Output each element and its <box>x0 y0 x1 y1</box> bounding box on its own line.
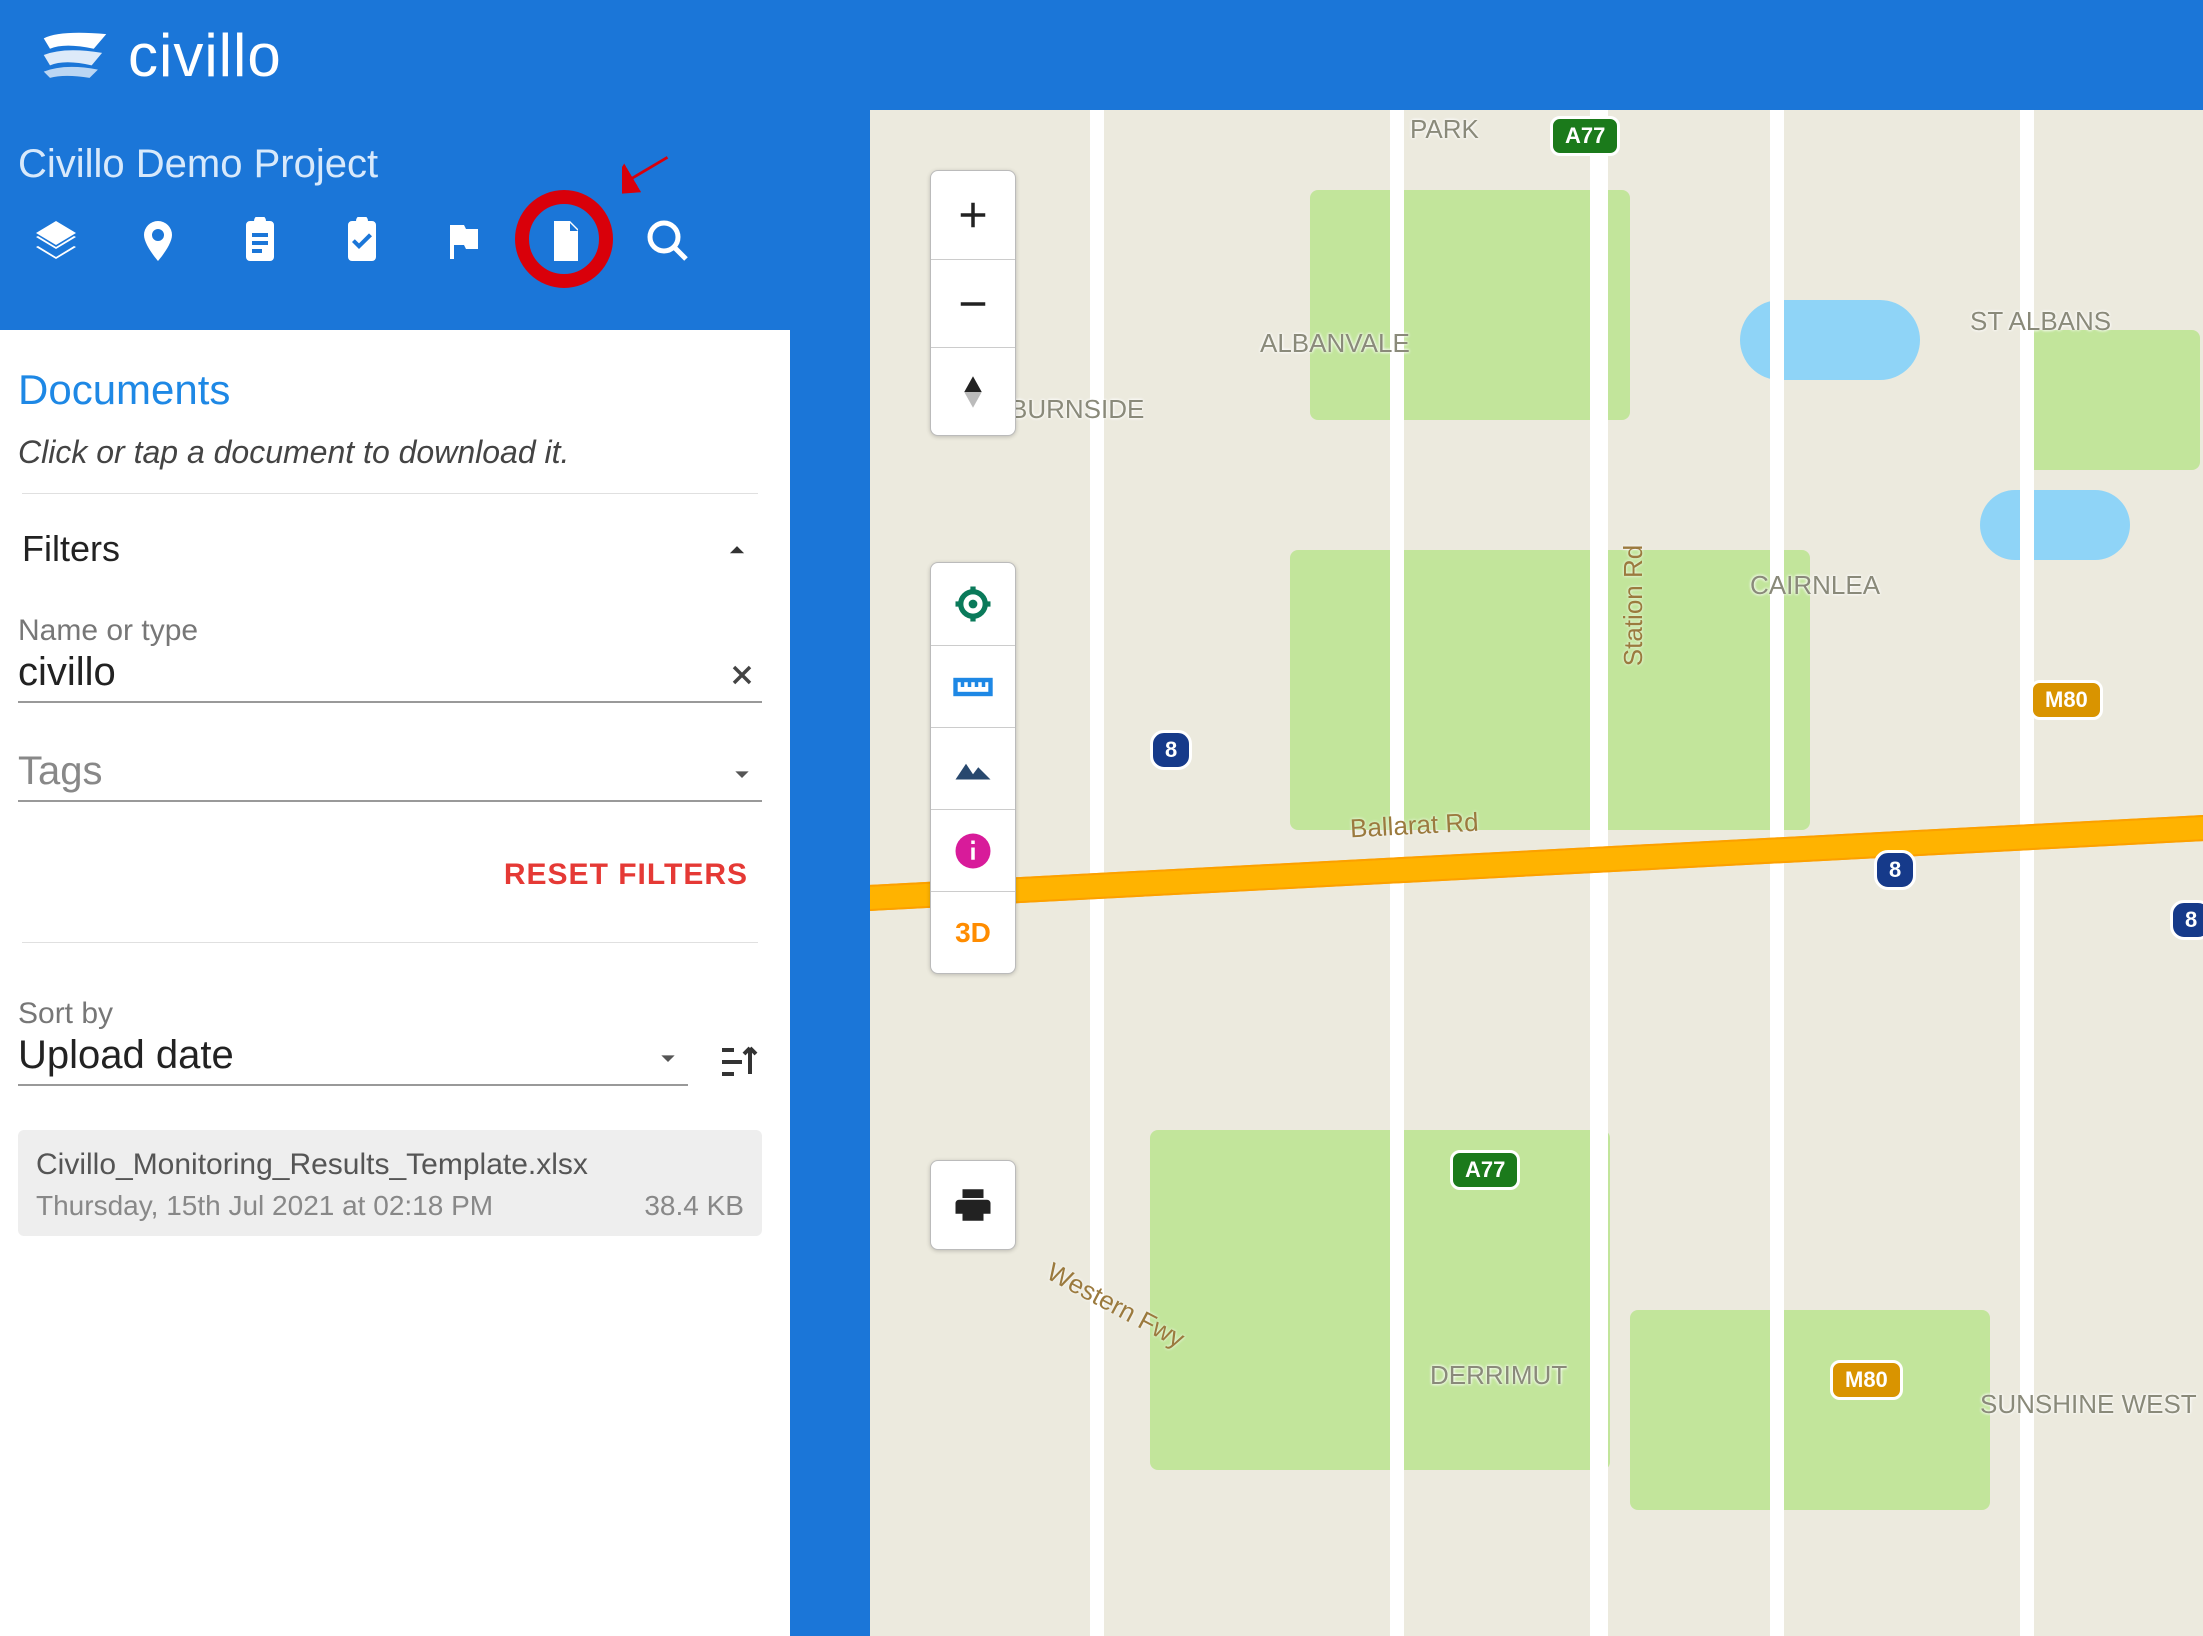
project-title: Civillo Demo Project <box>0 110 870 205</box>
name-filter-input[interactable]: civillo <box>18 650 762 703</box>
three-d-label: 3D <box>955 917 991 949</box>
road-label-station: Station Rd <box>1618 545 1649 666</box>
shield-m80-bot: M80 <box>1830 1360 1903 1400</box>
clear-name-button[interactable] <box>722 655 762 695</box>
document-name: Civillo_Monitoring_Results_Template.xlsx <box>36 1148 744 1182</box>
project-toolbar <box>0 205 870 291</box>
measure-button[interactable] <box>931 645 1015 727</box>
shield-m80-top: M80 <box>2030 680 2103 720</box>
logo-mark-icon <box>40 30 110 80</box>
name-filter-field: Name or type civillo <box>18 614 762 703</box>
terrain-button[interactable] <box>931 727 1015 809</box>
layers-icon <box>32 217 80 265</box>
flag-icon <box>440 217 488 265</box>
panel-subtitle: Click or tap a document to download it. <box>18 434 762 471</box>
compass-north-icon <box>952 371 994 413</box>
sort-dropdown-toggle[interactable] <box>648 1038 688 1078</box>
document-item[interactable]: Civillo_Monitoring_Results_Template.xlsx… <box>18 1130 762 1236</box>
name-filter-label: Name or type <box>18 614 762 648</box>
side-column: Civillo Demo Project <box>0 110 870 1636</box>
locate-me-button[interactable] <box>931 563 1015 645</box>
tags-dropdown-toggle[interactable] <box>722 754 762 794</box>
filters-heading: Filters <box>22 528 120 570</box>
map-zoom-controls <box>930 170 1016 436</box>
print-button[interactable] <box>931 1161 1015 1249</box>
3d-toggle-button[interactable]: 3D <box>931 891 1015 973</box>
document-icon <box>542 217 590 265</box>
panel-title: Documents <box>18 366 762 414</box>
info-icon <box>952 830 994 872</box>
ruler-icon <box>952 666 994 708</box>
map-viewport[interactable]: PARK ALBANVALE ST ALBANS BURNSIDE CAIRNL… <box>870 110 2203 1636</box>
sort-select[interactable]: Upload date <box>18 1033 688 1086</box>
terrain-icon <box>952 748 994 790</box>
printer-icon <box>952 1184 994 1226</box>
map-label-albanvale: ALBANVALE <box>1260 328 1410 359</box>
close-icon <box>726 659 758 691</box>
caret-down-icon <box>726 758 758 790</box>
search-icon <box>644 217 692 265</box>
map-label-burnside: BURNSIDE <box>1010 394 1144 425</box>
shield-a77-mid: A77 <box>1450 1150 1520 1190</box>
map-label-stalbans: ST ALBANS <box>1970 306 2111 337</box>
zoom-out-button[interactable] <box>931 259 1015 347</box>
road-label-ballarat: Ballarat Rd <box>1349 807 1479 845</box>
clipboard-list-icon <box>236 217 284 265</box>
map-label-sunshine: SUNSHINE WEST <box>1980 1390 2197 1419</box>
map-tool-controls: 3D <box>930 562 1016 974</box>
info-button[interactable] <box>931 809 1015 891</box>
tasks-button[interactable] <box>336 215 388 267</box>
documents-panel: Documents Click or tap a document to dow… <box>0 330 790 1636</box>
document-date: Thursday, 15th Jul 2021 at 02:18 PM <box>36 1190 493 1222</box>
locate-icon <box>952 583 994 625</box>
documents-button[interactable] <box>540 215 592 267</box>
shield-a77-top: A77 <box>1550 116 1620 156</box>
map-label-derrimut: DERRIMUT <box>1430 1360 1567 1391</box>
clipboard-button[interactable] <box>234 215 286 267</box>
document-size: 38.4 KB <box>644 1190 744 1222</box>
brand-name: civillo <box>128 21 282 90</box>
sort-ascending-icon <box>714 1038 762 1086</box>
map-label-cairnlea: CAIRNLEA <box>1750 570 1880 601</box>
shield-8-a: 8 <box>1150 730 1192 770</box>
minus-icon <box>952 283 994 325</box>
reset-filters-button[interactable]: RESET FILTERS <box>18 858 748 892</box>
zoom-in-button[interactable] <box>931 171 1015 259</box>
shield-8-b: 8 <box>1874 850 1916 890</box>
marker-button[interactable] <box>132 215 184 267</box>
flag-button[interactable] <box>438 215 490 267</box>
layers-button[interactable] <box>30 215 82 267</box>
pin-icon <box>134 217 182 265</box>
freeway-paths <box>870 110 1170 260</box>
map-background: PARK ALBANVALE ST ALBANS BURNSIDE CAIRNL… <box>870 110 2203 1636</box>
divider <box>22 942 758 943</box>
sort-label: Sort by <box>18 997 688 1031</box>
name-filter-value: civillo <box>18 650 722 695</box>
filters-toggle[interactable]: Filters <box>18 494 762 600</box>
tags-filter-select[interactable]: Tags <box>18 749 762 802</box>
plus-icon <box>952 194 994 236</box>
shield-8-c: 8 <box>2170 900 2203 940</box>
search-button[interactable] <box>642 215 694 267</box>
brand-logo[interactable]: civillo <box>40 21 282 90</box>
tags-placeholder: Tags <box>18 749 722 794</box>
map-label-park: PARK <box>1410 114 1479 145</box>
sort-direction-button[interactable] <box>714 1038 762 1086</box>
chevron-up-icon <box>720 532 754 566</box>
caret-down-icon <box>652 1042 684 1074</box>
reset-north-button[interactable] <box>931 347 1015 435</box>
map-print-controls <box>930 1160 1016 1250</box>
app-header: civillo <box>0 0 2203 110</box>
sort-value: Upload date <box>18 1033 648 1078</box>
clipboard-check-icon <box>338 217 386 265</box>
